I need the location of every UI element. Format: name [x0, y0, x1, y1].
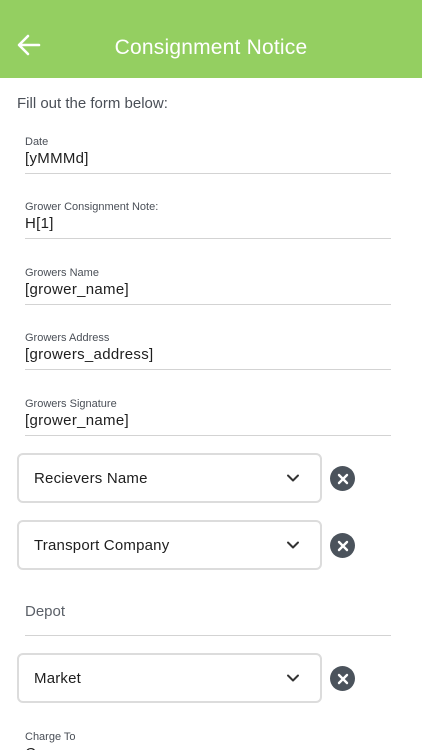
- close-icon: [337, 540, 348, 551]
- charge-to-value: C: [25, 745, 391, 750]
- close-icon: [337, 473, 348, 484]
- chevron-down-icon: [286, 673, 300, 683]
- date-field[interactable]: Date [yMMMd]: [25, 136, 391, 174]
- chevron-down-icon: [286, 540, 300, 550]
- growers-address-field[interactable]: Growers Address [growers_address]: [25, 332, 391, 370]
- growers-signature-label: Growers Signature: [25, 398, 117, 410]
- market-dropdown[interactable]: Market: [17, 653, 322, 703]
- receivers-name-label: Recievers Name: [34, 469, 148, 487]
- transport-company-dropdown[interactable]: Transport Company: [17, 520, 322, 570]
- date-value: [yMMMd]: [25, 150, 89, 167]
- page-title: Consignment Notice: [114, 36, 308, 59]
- market-label: Market: [34, 669, 82, 687]
- growers-address-value: [growers_address]: [25, 346, 154, 363]
- consignment-note-value: H[1]: [25, 215, 54, 232]
- growers-signature-field[interactable]: Growers Signature [grower_name]: [25, 398, 391, 436]
- consignment-note-label: Grower Consignment Note:: [25, 201, 159, 213]
- clear-receivers-button[interactable]: [330, 466, 355, 491]
- growers-name-label: Growers Name: [25, 267, 99, 279]
- consignment-note-field[interactable]: Grower Consignment Note: H[1]: [25, 201, 391, 239]
- app-bar: Consignment Notice: [0, 0, 422, 78]
- chevron-down-icon: [286, 473, 300, 483]
- receivers-name-dropdown[interactable]: Recievers Name: [17, 453, 322, 503]
- transport-company-label: Transport Company: [34, 536, 170, 554]
- charge-to-label: Charge To: [25, 731, 76, 743]
- clear-market-button[interactable]: [330, 666, 355, 691]
- growers-signature-value: [grower_name]: [25, 412, 129, 429]
- growers-name-field[interactable]: Growers Name [grower_name]: [25, 267, 391, 305]
- close-icon: [337, 673, 348, 684]
- charge-to-field[interactable]: Charge To C: [25, 731, 391, 750]
- depot-field[interactable]: Depot: [25, 590, 391, 636]
- date-label: Date: [25, 136, 49, 148]
- clear-transport-button[interactable]: [330, 533, 355, 558]
- growers-name-value: [grower_name]: [25, 281, 129, 298]
- growers-address-label: Growers Address: [25, 332, 110, 344]
- depot-placeholder: Depot: [25, 603, 66, 620]
- form-intro: Fill out the form below:: [17, 95, 168, 112]
